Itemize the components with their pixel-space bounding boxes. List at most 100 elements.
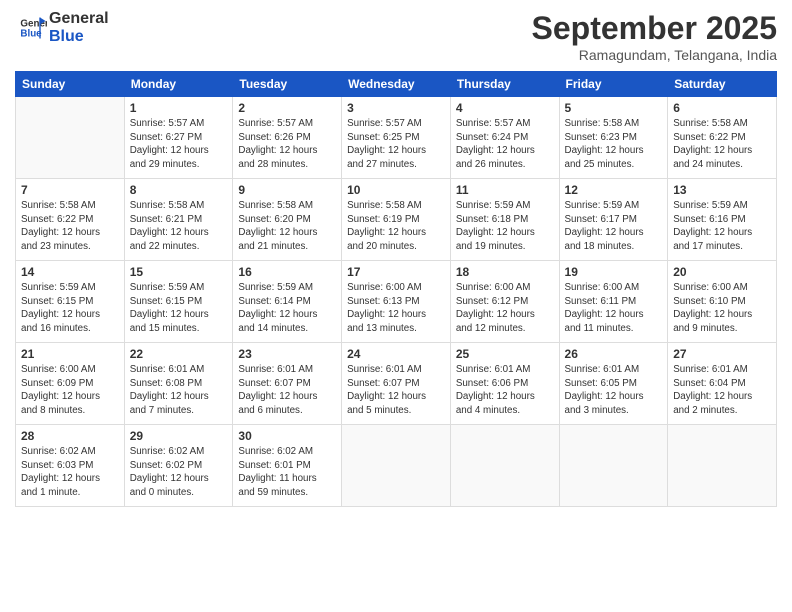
calendar-cell: 27Sunrise: 6:01 AM Sunset: 6:04 PM Dayli…	[668, 343, 777, 425]
day-number: 10	[347, 183, 445, 197]
day-number: 16	[238, 265, 336, 279]
day-info: Sunrise: 6:01 AM Sunset: 6:07 PM Dayligh…	[238, 363, 336, 418]
day-info: Sunrise: 5:58 AM Sunset: 6:20 PM Dayligh…	[238, 199, 336, 254]
logo-text-line2: Blue	[49, 28, 109, 46]
day-number: 22	[130, 347, 228, 361]
calendar-cell: 25Sunrise: 6:01 AM Sunset: 6:06 PM Dayli…	[450, 343, 559, 425]
calendar-cell: 9 Sunrise: 5:58 AM Sunset: 6:20 PM Daylig…	[233, 179, 342, 261]
col-wednesday: Wednesday	[342, 72, 451, 97]
day-info: Sunrise: 5:59 AM Sunset: 6:16 PM Dayligh…	[673, 199, 771, 254]
col-tuesday: Tuesday	[233, 72, 342, 97]
title-block: September 2025 Ramagundam, Telangana, In…	[532, 10, 777, 63]
calendar-cell: 23 Sunrise: 6:01 AM Sunset: 6:07 PM Dayli…	[233, 343, 342, 425]
day-info: Sunrise: 5:59 AM Sunset: 6:15 PM Dayligh…	[21, 281, 119, 336]
day-number: 13	[673, 183, 771, 197]
day-info: Sunrise: 6:02 AM Sunset: 6:02 PM Dayligh…	[130, 445, 228, 500]
day-info: Sunrise: 5:57 AM Sunset: 6:26 PM Dayligh…	[238, 117, 336, 172]
day-number: 20	[673, 265, 771, 279]
calendar-cell: 1 Sunrise: 5:57 AM Sunset: 6:27 PM Daylig…	[124, 97, 233, 179]
col-thursday: Thursday	[450, 72, 559, 97]
calendar-cell: 28 Sunrise: 6:02 AM Sunset: 6:03 PM Dayli…	[16, 425, 125, 507]
day-number: 24	[347, 347, 445, 361]
day-number: 15	[130, 265, 228, 279]
day-info: Sunrise: 5:59 AM Sunset: 6:17 PM Dayligh…	[565, 199, 663, 254]
day-info: Sunrise: 5:59 AM Sunset: 6:18 PM Dayligh…	[456, 199, 554, 254]
logo-block: General Blue General Blue	[15, 10, 109, 47]
calendar-cell: 22 Sunrise: 6:01 AM Sunset: 6:08 PM Dayli…	[124, 343, 233, 425]
logo-text-line1: General	[49, 10, 109, 28]
logo-icon: General Blue	[19, 14, 47, 42]
calendar-cell	[342, 425, 451, 507]
day-number: 19	[565, 265, 663, 279]
calendar-cell: 5 Sunrise: 5:58 AM Sunset: 6:23 PM Daylig…	[559, 97, 668, 179]
day-number: 14	[21, 265, 119, 279]
calendar-week-row-4: 28 Sunrise: 6:02 AM Sunset: 6:03 PM Dayli…	[16, 425, 777, 507]
day-info: Sunrise: 6:00 AM Sunset: 6:13 PM Dayligh…	[347, 281, 445, 336]
calendar-cell: 6Sunrise: 5:58 AM Sunset: 6:22 PM Daylig…	[668, 97, 777, 179]
calendar-cell	[16, 97, 125, 179]
day-info: Sunrise: 6:00 AM Sunset: 6:12 PM Dayligh…	[456, 281, 554, 336]
day-number: 12	[565, 183, 663, 197]
calendar-cell: 7 Sunrise: 5:58 AM Sunset: 6:22 PM Daylig…	[16, 179, 125, 261]
calendar-cell: 14 Sunrise: 5:59 AM Sunset: 6:15 PM Dayli…	[16, 261, 125, 343]
col-friday: Friday	[559, 72, 668, 97]
day-number: 27	[673, 347, 771, 361]
calendar-cell: 29 Sunrise: 6:02 AM Sunset: 6:02 PM Dayli…	[124, 425, 233, 507]
day-info: Sunrise: 6:01 AM Sunset: 6:08 PM Dayligh…	[130, 363, 228, 418]
day-info: Sunrise: 5:58 AM Sunset: 6:22 PM Dayligh…	[21, 199, 119, 254]
calendar-cell: 15Sunrise: 5:59 AM Sunset: 6:15 PM Dayli…	[124, 261, 233, 343]
day-number: 26	[565, 347, 663, 361]
calendar-cell: 2 Sunrise: 5:57 AM Sunset: 6:26 PM Daylig…	[233, 97, 342, 179]
day-number: 1	[130, 101, 228, 115]
calendar-cell: 12 Sunrise: 5:59 AM Sunset: 6:17 PM Dayli…	[559, 179, 668, 261]
calendar-cell: 26Sunrise: 6:01 AM Sunset: 6:05 PM Dayli…	[559, 343, 668, 425]
day-number: 18	[456, 265, 554, 279]
logo: General Blue General Blue	[15, 10, 109, 47]
calendar-week-row-0: 1 Sunrise: 5:57 AM Sunset: 6:27 PM Daylig…	[16, 97, 777, 179]
day-number: 7	[21, 183, 119, 197]
day-number: 30	[238, 429, 336, 443]
calendar-cell: 10 Sunrise: 5:58 AM Sunset: 6:19 PM Dayli…	[342, 179, 451, 261]
header: General Blue General Blue September 2025…	[15, 10, 777, 63]
calendar-cell: 21Sunrise: 6:00 AM Sunset: 6:09 PM Dayli…	[16, 343, 125, 425]
col-saturday: Saturday	[668, 72, 777, 97]
calendar-cell: 24Sunrise: 6:01 AM Sunset: 6:07 PM Dayli…	[342, 343, 451, 425]
subtitle: Ramagundam, Telangana, India	[532, 47, 777, 63]
col-sunday: Sunday	[16, 72, 125, 97]
calendar-week-row-3: 21Sunrise: 6:00 AM Sunset: 6:09 PM Dayli…	[16, 343, 777, 425]
day-info: Sunrise: 5:57 AM Sunset: 6:24 PM Dayligh…	[456, 117, 554, 172]
calendar: Sunday Monday Tuesday Wednesday Thursday…	[15, 71, 777, 507]
day-number: 9	[238, 183, 336, 197]
day-info: Sunrise: 6:00 AM Sunset: 6:09 PM Dayligh…	[21, 363, 119, 418]
col-monday: Monday	[124, 72, 233, 97]
day-info: Sunrise: 5:58 AM Sunset: 6:19 PM Dayligh…	[347, 199, 445, 254]
calendar-cell	[559, 425, 668, 507]
day-info: Sunrise: 5:57 AM Sunset: 6:27 PM Dayligh…	[130, 117, 228, 172]
svg-text:Blue: Blue	[20, 29, 42, 40]
calendar-cell: 3Sunrise: 5:57 AM Sunset: 6:25 PM Daylig…	[342, 97, 451, 179]
calendar-cell: 30Sunrise: 6:02 AM Sunset: 6:01 PM Dayli…	[233, 425, 342, 507]
day-number: 5	[565, 101, 663, 115]
day-number: 2	[238, 101, 336, 115]
day-info: Sunrise: 6:02 AM Sunset: 6:03 PM Dayligh…	[21, 445, 119, 500]
calendar-cell: 13 Sunrise: 5:59 AM Sunset: 6:16 PM Dayli…	[668, 179, 777, 261]
calendar-header-row: Sunday Monday Tuesday Wednesday Thursday…	[16, 72, 777, 97]
calendar-cell: 4 Sunrise: 5:57 AM Sunset: 6:24 PM Daylig…	[450, 97, 559, 179]
calendar-week-row-1: 7 Sunrise: 5:58 AM Sunset: 6:22 PM Daylig…	[16, 179, 777, 261]
main-title: September 2025	[532, 10, 777, 47]
day-info: Sunrise: 6:00 AM Sunset: 6:11 PM Dayligh…	[565, 281, 663, 336]
day-info: Sunrise: 5:58 AM Sunset: 6:22 PM Dayligh…	[673, 117, 771, 172]
day-number: 17	[347, 265, 445, 279]
day-info: Sunrise: 6:00 AM Sunset: 6:10 PM Dayligh…	[673, 281, 771, 336]
day-number: 11	[456, 183, 554, 197]
day-info: Sunrise: 6:01 AM Sunset: 6:06 PM Dayligh…	[456, 363, 554, 418]
day-number: 4	[456, 101, 554, 115]
calendar-cell: 17 Sunrise: 6:00 AM Sunset: 6:13 PM Dayli…	[342, 261, 451, 343]
day-number: 29	[130, 429, 228, 443]
day-info: Sunrise: 5:58 AM Sunset: 6:23 PM Dayligh…	[565, 117, 663, 172]
calendar-cell: 8Sunrise: 5:58 AM Sunset: 6:21 PM Daylig…	[124, 179, 233, 261]
day-number: 23	[238, 347, 336, 361]
day-number: 28	[21, 429, 119, 443]
calendar-week-row-2: 14 Sunrise: 5:59 AM Sunset: 6:15 PM Dayli…	[16, 261, 777, 343]
day-number: 8	[130, 183, 228, 197]
